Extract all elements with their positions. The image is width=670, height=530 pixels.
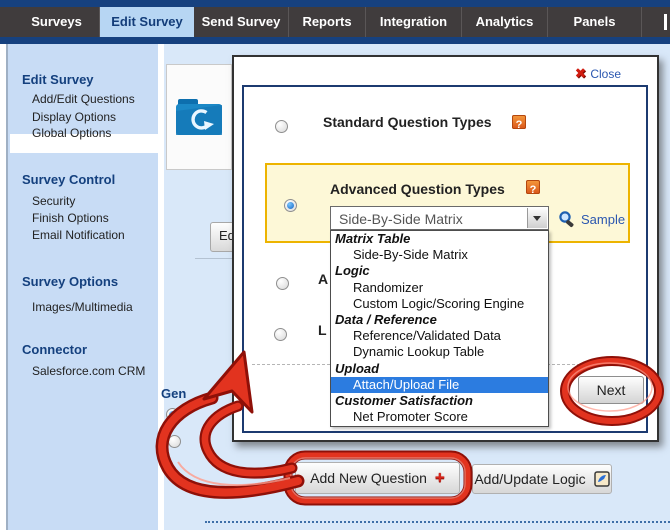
sample-link[interactable]: Sample (558, 210, 625, 228)
sidebar-item-finish-options[interactable]: Finish Options (32, 211, 109, 225)
option-4-label-fragment: L (318, 322, 327, 338)
add-update-logic-label: Add/Update Logic (474, 471, 585, 487)
advanced-question-types-label: Advanced Question Types (330, 181, 505, 197)
question-type-panel: Standard Question Types Advanced Questio… (242, 85, 648, 433)
list-item-dynamic-lookup-table[interactable]: Dynamic Lookup Table (331, 344, 548, 360)
dashed-separator (205, 521, 670, 523)
background-radio[interactable] (168, 435, 181, 448)
list-item-attach-upload-file[interactable]: Attach/Upload File (331, 377, 548, 393)
magnifier-icon (558, 210, 576, 228)
sidebar-item-security[interactable]: Security (32, 194, 75, 208)
folder-refresh-icon (174, 95, 224, 139)
sidebar-section-edit-survey: Edit Survey (22, 72, 94, 87)
sidebar-item-add-edit-questions[interactable]: Add/Edit Questions (32, 92, 135, 106)
sidebar-item-email-notification[interactable]: Email Notification (32, 228, 125, 242)
cut-off-tab-fragment (664, 14, 667, 30)
add-new-question-button[interactable]: Add New Question + (295, 462, 460, 494)
nav-top-strip (0, 0, 670, 7)
list-item-side-by-side-matrix[interactable]: Side-By-Side Matrix (331, 247, 548, 263)
question-library-box (166, 64, 232, 170)
radio-advanced-question-types[interactable] (284, 199, 297, 212)
sidebar-section-connector: Connector (22, 342, 87, 357)
tab-panels[interactable]: Panels (548, 7, 642, 37)
list-group-upload[interactable]: Upload (331, 361, 548, 377)
list-item-net-promoter-score[interactable]: Net Promoter Score (331, 409, 548, 425)
add-update-logic-button[interactable]: Add/Update Logic (472, 464, 612, 494)
general-section-label-fragment: Gen (161, 386, 186, 401)
divider-line (195, 258, 232, 259)
app-window: Surveys Edit Survey Send Survey Reports … (0, 0, 670, 530)
radio-option-3[interactable] (276, 277, 289, 290)
top-navigation: Surveys Edit Survey Send Survey Reports … (0, 0, 670, 44)
tab-reports[interactable]: Reports (289, 7, 366, 37)
sidebar-item-images-multimedia[interactable]: Images/Multimedia (32, 300, 133, 314)
add-question-modal: ✖Close Standard Question Types Advanced … (232, 55, 659, 442)
option-3-label-fragment: A (318, 271, 328, 287)
sidebar-section-survey-control: Survey Control (22, 172, 115, 187)
chevron-down-icon[interactable] (527, 208, 547, 228)
list-group-data-reference[interactable]: Data / Reference (331, 312, 548, 328)
help-icon[interactable] (526, 180, 540, 194)
question-type-select[interactable]: Side-By-Side Matrix (330, 206, 549, 230)
add-new-question-label: Add New Question (310, 470, 427, 486)
nav-bottom-strip (0, 37, 670, 44)
nav-left-spacer (0, 7, 14, 37)
logic-book-icon (594, 471, 610, 487)
list-item-custom-logic-scoring-engine[interactable]: Custom Logic/Scoring Engine (331, 296, 548, 312)
nav-tab-bar: Surveys Edit Survey Send Survey Reports … (0, 7, 670, 37)
question-type-dropdown-list: Matrix Table Side-By-Side Matrix Logic R… (330, 230, 549, 427)
radio-option-4[interactable] (274, 328, 287, 341)
standard-question-types-label: Standard Question Types (323, 114, 492, 130)
list-group-customer-satisfaction[interactable]: Customer Satisfaction (331, 393, 548, 409)
red-plus-icon: + (435, 471, 445, 485)
sample-label: Sample (581, 212, 625, 227)
list-group-matrix-table[interactable]: Matrix Table (331, 231, 548, 247)
list-item-reference-validated-data[interactable]: Reference/Validated Data (331, 328, 548, 344)
sidebar-item-display-options[interactable]: Display Options (32, 110, 116, 124)
close-label: Close (590, 67, 621, 81)
tab-send-survey[interactable]: Send Survey (194, 7, 289, 37)
select-value: Side-By-Side Matrix (339, 211, 463, 227)
sidebar-item-salesforce-crm[interactable]: Salesforce.com CRM (32, 364, 145, 378)
sidebar: Edit Survey Add/Edit Questions Display O… (6, 44, 158, 530)
tab-integration[interactable]: Integration (366, 7, 462, 37)
list-group-logic[interactable]: Logic (331, 263, 548, 279)
next-button[interactable]: Next (578, 376, 644, 404)
close-x-icon: ✖ (575, 65, 587, 81)
tab-analytics[interactable]: Analytics (462, 7, 548, 37)
list-item-randomizer[interactable]: Randomizer (331, 280, 548, 296)
background-radio-selected[interactable] (166, 408, 179, 421)
tab-surveys[interactable]: Surveys (14, 7, 100, 37)
close-button[interactable]: ✖Close (575, 65, 621, 82)
sidebar-section-survey-options: Survey Options (22, 274, 118, 289)
tab-edit-survey[interactable]: Edit Survey (100, 7, 194, 37)
sidebar-item-global-options[interactable]: Global Options (32, 126, 111, 140)
radio-standard-question-types[interactable] (275, 120, 288, 133)
help-icon[interactable] (512, 115, 526, 129)
